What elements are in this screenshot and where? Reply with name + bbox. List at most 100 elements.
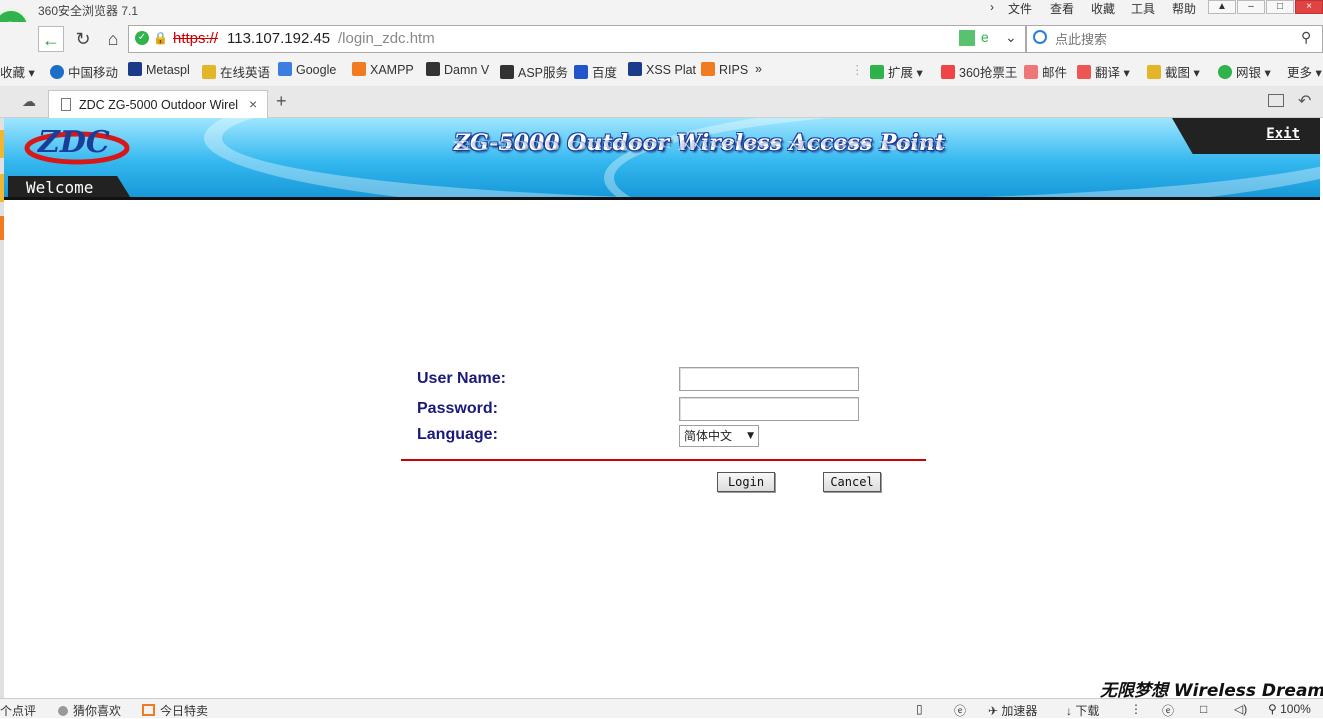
mail-icon: [1024, 65, 1038, 79]
minimize-icon[interactable]: –: [1237, 0, 1265, 14]
status-reviews[interactable]: 个点评: [0, 702, 36, 719]
search-input[interactable]: [1055, 29, 1295, 49]
username-input[interactable]: [679, 367, 859, 391]
cancel-button[interactable]: Cancel: [823, 472, 881, 492]
bookmark-favorites[interactable]: 收藏 ▾: [0, 62, 35, 81]
tab-active[interactable]: ZDC ZG-5000 Outdoor Wirel ×: [48, 90, 268, 118]
ticket-icon: [941, 65, 955, 79]
url-bar[interactable]: ✓ 🔒 https:// 113.107.192.45 /login_zdc.h…: [128, 25, 1026, 53]
sidebar-strip: [0, 118, 4, 698]
baidu-paw-icon: [574, 65, 588, 79]
menu-view[interactable]: 查看: [1050, 0, 1074, 17]
bookmark-rips[interactable]: RIPS: [701, 62, 748, 77]
form-divider: [401, 459, 926, 461]
undo-close-icon[interactable]: ↶: [1298, 91, 1311, 111]
ie-mode-icon[interactable]: e: [981, 29, 989, 45]
ext-translate[interactable]: 翻译 ▾: [1077, 62, 1130, 81]
page-icon: [61, 98, 71, 111]
translate-icon: [1077, 65, 1091, 79]
qr-code-icon[interactable]: [959, 30, 975, 46]
device-title-reflection: ZG-5000 Outdoor Wireless Access Point: [454, 137, 946, 152]
login-button[interactable]: Login: [717, 472, 775, 492]
bookmark-metasploit[interactable]: Metaspl: [128, 62, 190, 77]
maximize-icon[interactable]: □: [1266, 0, 1294, 14]
google-icon: [278, 62, 292, 76]
url-scheme: https://: [173, 30, 219, 47]
skin-icon[interactable]: ▲: [1208, 0, 1236, 14]
welcome-label: Welcome: [26, 178, 94, 197]
globe-icon: [50, 65, 64, 79]
password-input[interactable]: [679, 397, 859, 421]
ext-extensions[interactable]: 扩展 ▾: [870, 62, 923, 81]
page-content: [0, 118, 1323, 698]
ext-screenshot[interactable]: 截图 ▾: [1147, 62, 1200, 81]
menu-chevron-icon[interactable]: ›: [990, 0, 994, 14]
cert-warning-icon[interactable]: 🔒: [153, 31, 168, 45]
welcome-tab: Welcome: [8, 176, 132, 197]
tab-close-icon[interactable]: ×: [249, 96, 257, 112]
dvwa-icon: [426, 62, 440, 76]
search-icon[interactable]: ⚲: [1301, 29, 1311, 46]
rips-icon: [701, 62, 715, 76]
close-window-icon[interactable]: ×: [1295, 0, 1323, 14]
bookmark-google[interactable]: Google: [278, 62, 336, 77]
search-engine-icon[interactable]: [1033, 30, 1047, 44]
back-button[interactable]: ←: [38, 26, 64, 52]
url-host: 113.107.192.45: [227, 30, 331, 47]
language-label: Language:: [417, 426, 498, 443]
ext-online-bank[interactable]: 网银 ▾: [1218, 62, 1271, 81]
ext-mail[interactable]: 邮件: [1024, 62, 1067, 81]
cloud-icon[interactable]: ☁: [22, 93, 36, 110]
status-window-icon[interactable]: □: [1200, 702, 1207, 716]
scissors-icon: [1147, 65, 1161, 79]
ext-ticket[interactable]: 360抢票王: [941, 62, 1017, 81]
menu-favorites[interactable]: 收藏: [1091, 0, 1115, 17]
bookmarks-bar: 收藏 ▾ 中国移动 Metaspl 在线英语 Google XAMPP Damn…: [0, 56, 1323, 86]
ie-icon[interactable]: ⓔ: [954, 702, 966, 719]
home-button[interactable]: ⌂: [100, 26, 126, 52]
status-deals[interactable]: 今日特卖: [142, 702, 208, 719]
secure-check-icon[interactable]: ✓: [135, 31, 149, 45]
bookmark-dvwa[interactable]: Damn V: [426, 62, 489, 77]
tab-list-icon[interactable]: [1268, 94, 1284, 107]
address-row: ← ↻ ⌂ ✓ 🔒 https:// 113.107.192.45 /login…: [0, 22, 1323, 56]
zoom-level[interactable]: ⚲ 100%: [1268, 702, 1311, 716]
tab-strip: ☁ ZDC ZG-5000 Outdoor Wirel × + ↶: [0, 86, 1323, 118]
status-recommend[interactable]: 猜你喜欢: [58, 702, 121, 719]
tab-title: ZDC ZG-5000 Outdoor Wirel: [79, 98, 239, 112]
zdc-logo: ZDC: [24, 125, 130, 165]
sidebar-marker[interactable]: [0, 216, 4, 240]
phone-icon[interactable]: ▯: [916, 702, 923, 716]
exit-link[interactable]: Exit: [1266, 126, 1300, 142]
status-tool-icon[interactable]: ⋮: [1130, 702, 1142, 716]
dropdown-arrow-icon: ▼: [747, 431, 754, 441]
bookmark-online-english[interactable]: 在线英语: [202, 62, 270, 81]
ext-more[interactable]: 更多 ▾: [1287, 62, 1322, 81]
menu-file[interactable]: 文件: [1008, 0, 1032, 17]
status-download[interactable]: ↓ 下载: [1066, 702, 1099, 719]
new-tab-button[interactable]: +: [276, 91, 287, 112]
bookmark-baidu[interactable]: 百度: [574, 62, 617, 81]
status-browser-icon[interactable]: ⓔ: [1162, 702, 1174, 719]
bookmark-xss-platform[interactable]: XSS Plat: [628, 62, 696, 77]
exit-panel: Exit: [1172, 118, 1320, 154]
more-bookmarks-chevron-icon[interactable]: »: [755, 62, 762, 76]
menu-tools[interactable]: 工具: [1131, 0, 1155, 17]
language-select[interactable]: 简体中文 ▼: [679, 425, 759, 447]
dot-icon: [58, 706, 68, 716]
gift-icon: [142, 704, 155, 716]
bookmark-asp-service[interactable]: ASP服务: [500, 62, 568, 81]
username-label: User Name:: [417, 370, 506, 387]
refresh-button[interactable]: ↻: [70, 26, 96, 52]
bookmark-china-mobile[interactable]: 中国移动: [50, 62, 118, 81]
extensions-icon: [870, 65, 884, 79]
search-box[interactable]: ⚲: [1026, 25, 1323, 53]
sound-icon[interactable]: ◁): [1234, 702, 1247, 716]
menu-help[interactable]: 帮助: [1172, 0, 1196, 17]
title-bar: 360安全浏览器 7.1 › 文件 查看 收藏 工具 帮助 ▲ – □ ×: [0, 0, 1323, 22]
bookmark-xampp[interactable]: XAMPP: [352, 62, 414, 77]
status-accelerator[interactable]: ✈ 加速器: [988, 702, 1037, 719]
bar-divider: ⋮: [851, 63, 864, 77]
url-dropdown-icon[interactable]: ⌄: [1005, 29, 1017, 46]
bank-icon: [1218, 65, 1232, 79]
